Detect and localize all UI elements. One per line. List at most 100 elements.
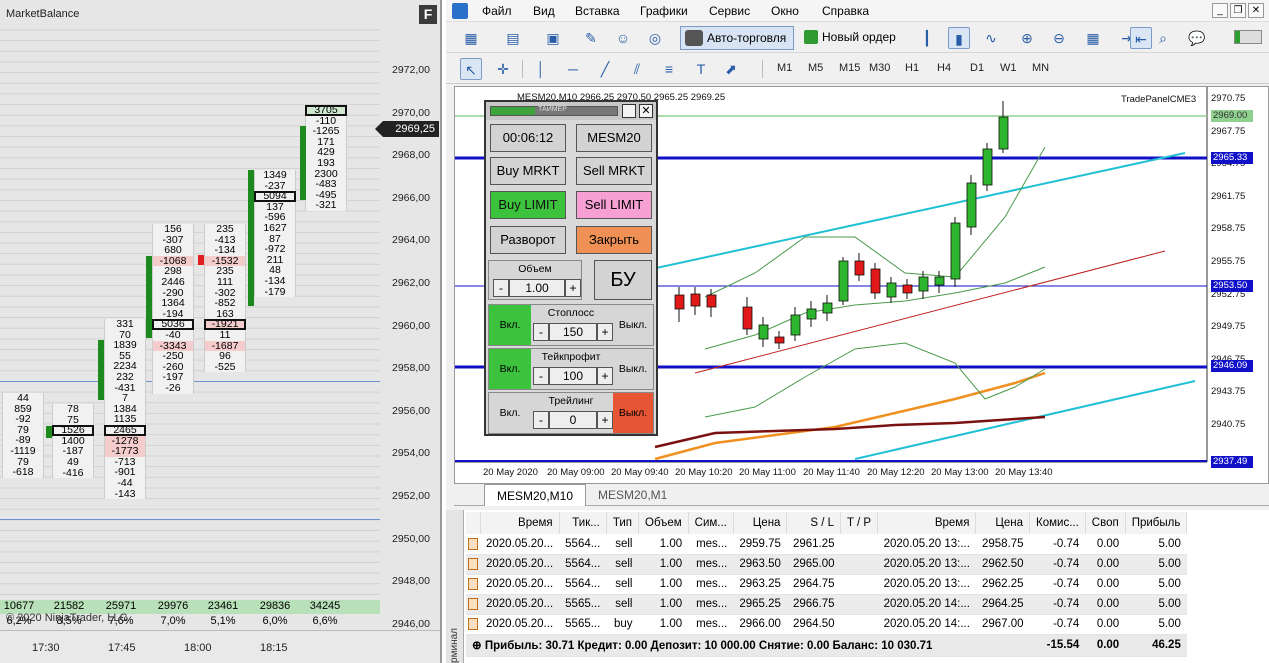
tab-mesm20-m1[interactable]: MESM20,M1	[586, 484, 679, 506]
fibonacci-icon[interactable]: ≡	[658, 58, 680, 80]
table-row[interactable]: 2020.05.20... 5564... sell 1.00 mes... 2963.2…	[466, 574, 1187, 595]
trailing-input[interactable]: 0	[549, 411, 597, 429]
trailing-increase-button[interactable]: +	[597, 411, 613, 429]
footprint-cell: 232	[104, 371, 146, 383]
table-cell: 0.00	[1085, 594, 1126, 615]
column-header[interactable]: Время	[480, 512, 560, 534]
minimize-panel-button[interactable]	[622, 104, 636, 118]
stoploss-decrease-button[interactable]: -	[533, 323, 549, 341]
new-chart-icon[interactable]: ▦	[460, 27, 482, 49]
menu-window[interactable]: Окно	[771, 4, 799, 18]
timeframe-w1[interactable]: W1	[1000, 62, 1017, 74]
market-watch-icon[interactable]: ▣	[542, 27, 564, 49]
column-header[interactable]: Тип	[606, 512, 640, 534]
candle-chart-icon[interactable]: ▮	[948, 27, 970, 49]
market-balance-close-button[interactable]: F	[419, 5, 437, 24]
table-row[interactable]: 2020.05.20... 5564... sell 1.00 mes... 2963.5…	[466, 554, 1187, 575]
menu-tools[interactable]: Сервис	[709, 4, 750, 18]
close-position-button[interactable]: Закрыть	[576, 226, 652, 254]
sell-market-button[interactable]: Sell MRKT	[576, 157, 652, 185]
poc-bar	[300, 126, 306, 200]
column-header[interactable]: Своп	[1085, 512, 1126, 534]
timeframe-d1[interactable]: D1	[970, 62, 984, 74]
trailing-decrease-button[interactable]: -	[533, 411, 549, 429]
timeframe-m15[interactable]: M15	[839, 62, 860, 74]
horizontal-line-icon[interactable]: ─	[562, 58, 584, 80]
timeframe-mn[interactable]: MN	[1032, 62, 1049, 74]
volume-increase-button[interactable]: +	[565, 279, 581, 297]
column-header[interactable]: Прибыль	[1125, 512, 1188, 534]
restore-icon[interactable]: ❐	[1230, 3, 1246, 18]
new-order-button[interactable]: Новый ордер	[802, 26, 902, 50]
footprint-cell: 78	[52, 404, 94, 415]
column-header[interactable]: Объем	[638, 512, 689, 534]
signals-icon[interactable]: ◎	[644, 27, 666, 49]
stoploss-off-button[interactable]: Выкл.	[613, 305, 653, 345]
stoploss-input[interactable]: 150	[549, 323, 597, 341]
menu-help[interactable]: Справка	[822, 4, 869, 18]
menu-insert[interactable]: Вставка	[575, 4, 620, 18]
tab-mesm20-m10[interactable]: MESM20,M10	[484, 484, 587, 506]
close-icon[interactable]: ✕	[1248, 3, 1264, 18]
sell-limit-button[interactable]: Sell LIMIT	[576, 191, 652, 219]
minimize-icon[interactable]: _	[1212, 3, 1228, 18]
menu-file[interactable]: Файл	[482, 4, 512, 18]
column-header[interactable]: Цена	[733, 512, 788, 534]
timeframe-m5[interactable]: M5	[808, 62, 823, 74]
crosshair-icon[interactable]: ✛	[492, 58, 514, 80]
timer-display: 00:06:12	[490, 124, 566, 152]
table-row[interactable]: 2020.05.20... 5564... sell 1.00 mes... 2959.7…	[466, 534, 1187, 555]
line-chart-icon[interactable]: ∿	[980, 27, 1002, 49]
close-panel-button[interactable]: ✕	[639, 104, 653, 118]
chart-shift-icon[interactable]: ⇤	[1130, 27, 1152, 49]
column-header[interactable]: Комис...	[1029, 512, 1086, 534]
terminal-icon[interactable]: ☺	[612, 27, 634, 49]
table-row[interactable]: 2020.05.20... 5565... buy 1.00 mes... 2966.00…	[466, 614, 1187, 635]
footprint-cell: 211	[254, 254, 296, 266]
document-icon	[468, 537, 478, 550]
timeframe-m30[interactable]: M30	[869, 62, 890, 74]
column-header[interactable]: Тик...	[559, 512, 607, 534]
price-tick-label: 2968,00	[392, 149, 430, 162]
cursor-icon[interactable]: ↖	[460, 58, 482, 80]
breakeven-button[interactable]: БУ	[594, 260, 652, 300]
menu-charts[interactable]: Графики	[640, 4, 688, 18]
text-icon[interactable]: T	[690, 58, 712, 80]
vertical-line-icon[interactable]: │	[530, 58, 552, 80]
trend-line-icon[interactable]: ╱	[594, 58, 616, 80]
timeframe-h1[interactable]: H1	[905, 62, 919, 74]
stoploss-increase-button[interactable]: +	[597, 323, 613, 341]
bar-chart-icon[interactable]: ┃	[916, 27, 938, 49]
tile-windows-icon[interactable]: ▦	[1082, 27, 1104, 49]
buy-market-button[interactable]: Buy MRKT	[490, 157, 566, 185]
terminal-side-tab[interactable]: Терминал	[446, 510, 464, 663]
column-header[interactable]: T / P	[840, 512, 879, 534]
zoom-in-icon[interactable]: ⊕	[1016, 27, 1038, 49]
column-header[interactable]: Время	[877, 512, 977, 534]
takeprofit-input[interactable]: 100	[549, 367, 597, 385]
footprint-cell: -26	[152, 382, 194, 394]
profiles-icon[interactable]: ▤	[502, 27, 524, 49]
timeframe-h4[interactable]: H4	[937, 62, 951, 74]
zoom-out-icon[interactable]: ⊖	[1048, 27, 1070, 49]
table-row[interactable]: 2020.05.20... 5565... sell 1.00 mes... 2965.2…	[466, 594, 1187, 615]
equidistant-channel-icon[interactable]: ⫽	[626, 58, 648, 80]
auto-trading-button[interactable]: Авто-торговля	[680, 26, 794, 50]
volume-decrease-button[interactable]: -	[493, 279, 509, 297]
menu-view[interactable]: Вид	[533, 4, 555, 18]
takeprofit-increase-button[interactable]: +	[597, 367, 613, 385]
column-header[interactable]: Сим...	[688, 512, 734, 534]
column-header[interactable]: Цена	[975, 512, 1031, 534]
reverse-button[interactable]: Разворот	[490, 226, 566, 254]
takeprofit-decrease-button[interactable]: -	[533, 367, 549, 385]
navigator-icon[interactable]: ✎	[580, 27, 602, 49]
volume-input[interactable]: 1.00	[509, 279, 565, 297]
arrows-icon[interactable]: ⬈	[720, 58, 742, 80]
column-header[interactable]: S / L	[786, 512, 842, 534]
timeframe-m1[interactable]: M1	[777, 62, 792, 74]
buy-limit-button[interactable]: Buy LIMIT	[490, 191, 566, 219]
trailing-off-button[interactable]: Выкл.	[613, 393, 653, 433]
chat-icon[interactable]: 💬	[1186, 27, 1208, 49]
search-icon[interactable]: ⌕	[1152, 27, 1174, 49]
takeprofit-off-button[interactable]: Выкл.	[613, 349, 653, 389]
